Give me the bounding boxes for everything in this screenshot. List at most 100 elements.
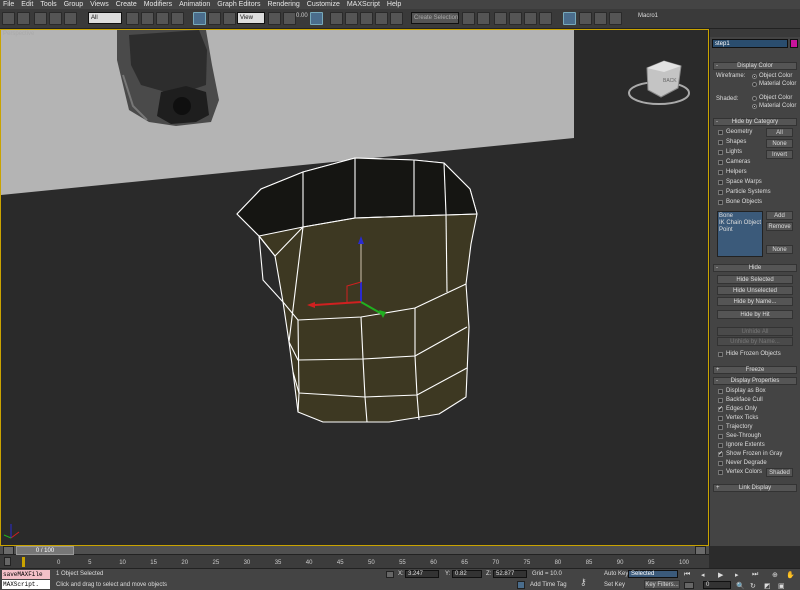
vertex-colors-shaded-button[interactable]: Shaded [766, 468, 793, 477]
perspective-viewport[interactable]: BACK Perspective [0, 29, 709, 546]
menu-animation[interactable]: Animation [179, 1, 210, 8]
render-icon[interactable] [609, 12, 622, 25]
rollout-hide[interactable]: - Hide [713, 264, 797, 272]
show-frozen-gray-checkbox[interactable] [718, 450, 723, 457]
link-icon[interactable] [34, 12, 47, 25]
menu-customize[interactable]: Customize [307, 1, 340, 8]
material-editor-icon[interactable] [563, 12, 576, 25]
edit-named-sets-icon[interactable] [390, 12, 403, 25]
selection-filter-dropdown[interactable]: All [88, 12, 122, 24]
key-mode-dropdown[interactable]: Selected [628, 570, 678, 578]
ignore-extents-checkbox[interactable] [718, 443, 723, 448]
goto-end-icon[interactable]: ⏭ [752, 571, 758, 579]
hide-by-name-button[interactable]: Hide by Name... [717, 297, 793, 306]
category-list-item[interactable]: Bone [719, 213, 733, 220]
time-track-bar[interactable]: 0 / 100 0 5 10 15 20 25 30 35 40 45 50 55 60 65 70 75 80… [0, 546, 709, 572]
auto-key-button[interactable]: Auto Key [604, 571, 628, 578]
zoom-extents-icon[interactable]: ⊕ [772, 571, 778, 579]
orbit-icon[interactable]: ↻ [750, 582, 756, 590]
helpers-checkbox[interactable] [718, 170, 723, 175]
category-list[interactable]: Bone IK Chain Object Point [717, 211, 763, 257]
redo-icon[interactable] [17, 12, 30, 25]
current-frame-field[interactable]: 0 [703, 581, 731, 589]
unhide-by-name-button[interactable]: Unhide by Name... [717, 337, 793, 346]
select-manipulate-icon[interactable] [283, 12, 296, 25]
viewport-label[interactable]: Perspective [3, 31, 34, 37]
render-setup-icon[interactable] [579, 12, 592, 25]
display-as-box-checkbox[interactable] [718, 389, 723, 394]
edges-only-checkbox[interactable] [718, 405, 723, 412]
time-slider-next-icon[interactable] [695, 546, 706, 555]
unhide-all-button[interactable]: Unhide All [717, 327, 793, 336]
geometry-checkbox[interactable] [718, 130, 723, 135]
y-coordinate-field[interactable]: 0.82 [452, 570, 482, 578]
rollout-link-display[interactable]: + Link Display [713, 484, 797, 492]
schematic-view-icon[interactable] [539, 12, 552, 25]
undo-icon[interactable] [2, 12, 15, 25]
timeline-ruler[interactable]: 0 5 10 15 20 25 30 35 40 45 50 55 60 65 70 75 80 85 90 95 10… [0, 555, 709, 572]
angle-snap-icon[interactable] [345, 12, 358, 25]
menu-group[interactable]: Group [64, 1, 83, 8]
particle-systems-checkbox[interactable] [718, 190, 723, 195]
maxscript-input[interactable]: MAXScript. [2, 580, 50, 589]
play-icon[interactable]: ▶ [718, 571, 723, 579]
layer-manager-icon[interactable] [494, 12, 507, 25]
maxscript-listener[interactable]: saveMAXFile [2, 570, 50, 579]
menu-help[interactable]: Help [387, 1, 401, 8]
hide-frozen-objects-checkbox[interactable] [718, 352, 723, 357]
select-by-name-icon[interactable] [141, 12, 154, 25]
percent-snap-icon[interactable] [360, 12, 373, 25]
bone-objects-checkbox[interactable] [718, 200, 723, 205]
window-crossing-icon[interactable] [171, 12, 184, 25]
vertex-colors-checkbox[interactable] [718, 470, 723, 475]
unlink-icon[interactable] [49, 12, 62, 25]
category-remove-button[interactable]: Remove [766, 222, 793, 231]
object-name-field[interactable]: step1 [712, 39, 788, 48]
set-key-button[interactable]: Set Key [604, 582, 625, 589]
menu-rendering[interactable]: Rendering [267, 1, 299, 8]
category-list-item[interactable]: Point [719, 227, 733, 234]
named-selection-dropdown[interactable]: Create Selection Se [411, 12, 459, 24]
select-object-icon[interactable] [126, 12, 139, 25]
time-tag-icon[interactable] [517, 581, 525, 589]
hide-unselected-button[interactable]: Hide Unselected [717, 286, 793, 295]
rollout-hide-by-category[interactable]: - Hide by Category [713, 118, 797, 126]
fov-icon[interactable]: ◩ [764, 582, 771, 590]
key-mode-toggle-icon[interactable] [684, 582, 694, 589]
graphite-toggle-icon[interactable] [509, 12, 522, 25]
category-invert-button[interactable]: Invert [766, 150, 793, 159]
rollout-display-properties[interactable]: - Display Properties [713, 377, 797, 385]
curve-editor-icon[interactable] [524, 12, 537, 25]
pan-icon[interactable]: ✋ [786, 571, 795, 579]
shaded-material-color-radio[interactable] [752, 104, 757, 109]
select-rotate-icon[interactable] [208, 12, 221, 25]
wireframe-object-color-radio[interactable] [752, 74, 757, 79]
mini-curve-editor-icon[interactable] [4, 557, 11, 566]
prev-frame-icon[interactable]: ◂ [701, 571, 705, 579]
hide-selected-button[interactable]: Hide Selected [717, 275, 793, 284]
cameras-checkbox[interactable] [718, 160, 723, 165]
z-coordinate-field[interactable]: 52.877 [493, 570, 527, 578]
category-none-button[interactable]: None [766, 139, 793, 148]
menu-modifiers[interactable]: Modifiers [144, 1, 172, 8]
macro-label[interactable]: Macro1 [638, 13, 658, 19]
zoom-icon[interactable]: 🔍 [736, 582, 745, 590]
select-move-icon[interactable] [193, 12, 206, 25]
lights-checkbox[interactable] [718, 150, 723, 155]
key-icon[interactable]: ⚷ [580, 577, 587, 588]
bind-spacewarp-icon[interactable] [64, 12, 77, 25]
backface-cull-checkbox[interactable] [718, 398, 723, 403]
menu-graph-editors[interactable]: Graph Editors [217, 1, 260, 8]
vertex-ticks-checkbox[interactable] [718, 416, 723, 421]
hide-by-hit-button[interactable]: Hide by Hit [717, 310, 793, 319]
never-degrade-checkbox[interactable] [718, 461, 723, 466]
mirror-icon[interactable] [462, 12, 475, 25]
select-scale-icon[interactable] [223, 12, 236, 25]
lock-selection-icon[interactable] [386, 571, 394, 578]
category-add-button[interactable]: Add [766, 211, 793, 220]
rollout-display-color[interactable]: - Display Color [713, 62, 797, 70]
snap-toggle-icon[interactable] [330, 12, 343, 25]
x-coordinate-field[interactable]: 3.247 [405, 570, 439, 578]
menu-file[interactable]: File [3, 1, 14, 8]
panel-tabs[interactable] [710, 29, 800, 37]
